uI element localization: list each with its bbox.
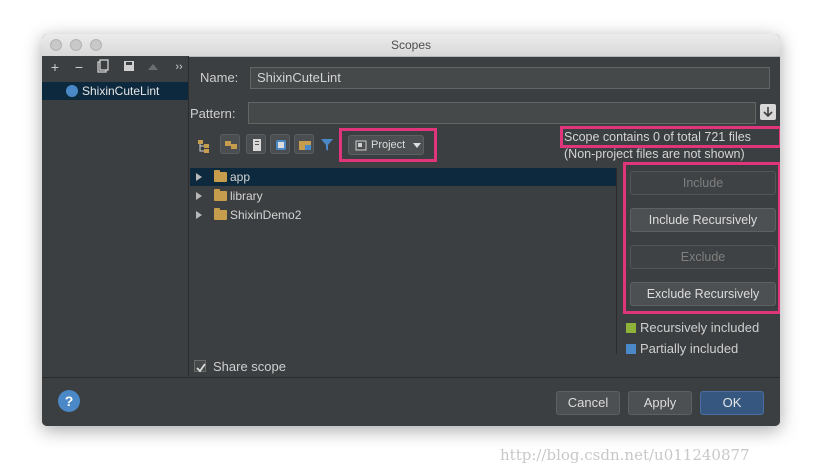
scope-list-toolbar: + − ››	[42, 56, 188, 80]
scope-item-label: ShixinCuteLint	[82, 84, 160, 98]
remove-scope-button[interactable]: −	[70, 59, 88, 75]
actions-highlight-box	[623, 162, 780, 314]
green-swatch	[626, 323, 636, 333]
tree-node-library[interactable]: library	[190, 187, 616, 205]
pattern-input[interactable]	[248, 102, 756, 124]
share-scope-checkbox[interactable]	[194, 360, 206, 373]
tree-node-label: library	[230, 189, 263, 203]
cancel-button[interactable]: Cancel	[556, 391, 620, 415]
watermark-text: http://blog.csdn.net/u011240877	[500, 446, 750, 464]
filter-icon[interactable]	[320, 138, 334, 157]
project-tree: app library ShixinDemo2	[190, 168, 616, 354]
tree-node-shixindemo2[interactable]: ShixinDemo2	[190, 206, 616, 224]
title-bar: Scopes	[42, 34, 780, 57]
folder-icon	[214, 189, 227, 201]
tree-node-label: ShixinDemo2	[230, 208, 302, 222]
scope-icon	[66, 85, 78, 97]
expand-arrow-icon[interactable]	[196, 173, 202, 181]
show-modules-icon[interactable]	[246, 134, 266, 154]
tree-node-app[interactable]: app	[190, 168, 616, 186]
tree-node-label: app	[230, 170, 251, 184]
checkmark-icon	[196, 363, 206, 373]
apply-button[interactable]: Apply	[628, 391, 692, 415]
tree-divider	[616, 168, 617, 354]
expand-pattern-icon[interactable]	[760, 104, 776, 120]
scopes-dialog: Scopes + − ›› ShixinCuteLint Name: Shixi…	[42, 34, 780, 426]
add-scope-button[interactable]: +	[46, 59, 64, 75]
more-actions-button[interactable]: ››	[170, 59, 188, 75]
expand-arrow-icon[interactable]	[196, 192, 202, 200]
pattern-label: Pattern:	[190, 106, 236, 121]
flatten-packages-icon[interactable]	[196, 138, 212, 159]
share-scope-label: Share scope	[213, 359, 286, 374]
show-files-icon[interactable]	[220, 134, 240, 154]
non-project-note: (Non-project files are not shown)	[564, 147, 745, 161]
blue-swatch	[626, 344, 636, 354]
scope-count-highlight-box	[560, 126, 780, 148]
scope-list-pane: + − ›› ShixinCuteLint	[42, 56, 189, 376]
scope-list-item[interactable]: ShixinCuteLint	[42, 82, 188, 100]
legend-label: Recursively included	[640, 320, 760, 335]
compact-folders-icon[interactable]	[294, 134, 314, 154]
save-scope-icon[interactable]	[120, 59, 138, 75]
move-up-icon[interactable]	[144, 59, 162, 75]
help-button[interactable]: ?	[58, 390, 80, 412]
copy-scope-icon[interactable]	[94, 59, 112, 75]
expand-arrow-icon[interactable]	[196, 211, 202, 219]
legend-label: Partially included	[640, 341, 739, 356]
folder-icon	[214, 208, 227, 220]
name-input[interactable]: ShixinCuteLint	[250, 67, 770, 89]
ok-button[interactable]: OK	[700, 391, 764, 415]
name-label: Name:	[200, 70, 239, 85]
folder-icon	[214, 170, 227, 182]
window-title: Scopes	[390, 38, 432, 52]
group-by-module-icon[interactable]	[270, 134, 290, 154]
project-highlight-box	[339, 128, 437, 162]
